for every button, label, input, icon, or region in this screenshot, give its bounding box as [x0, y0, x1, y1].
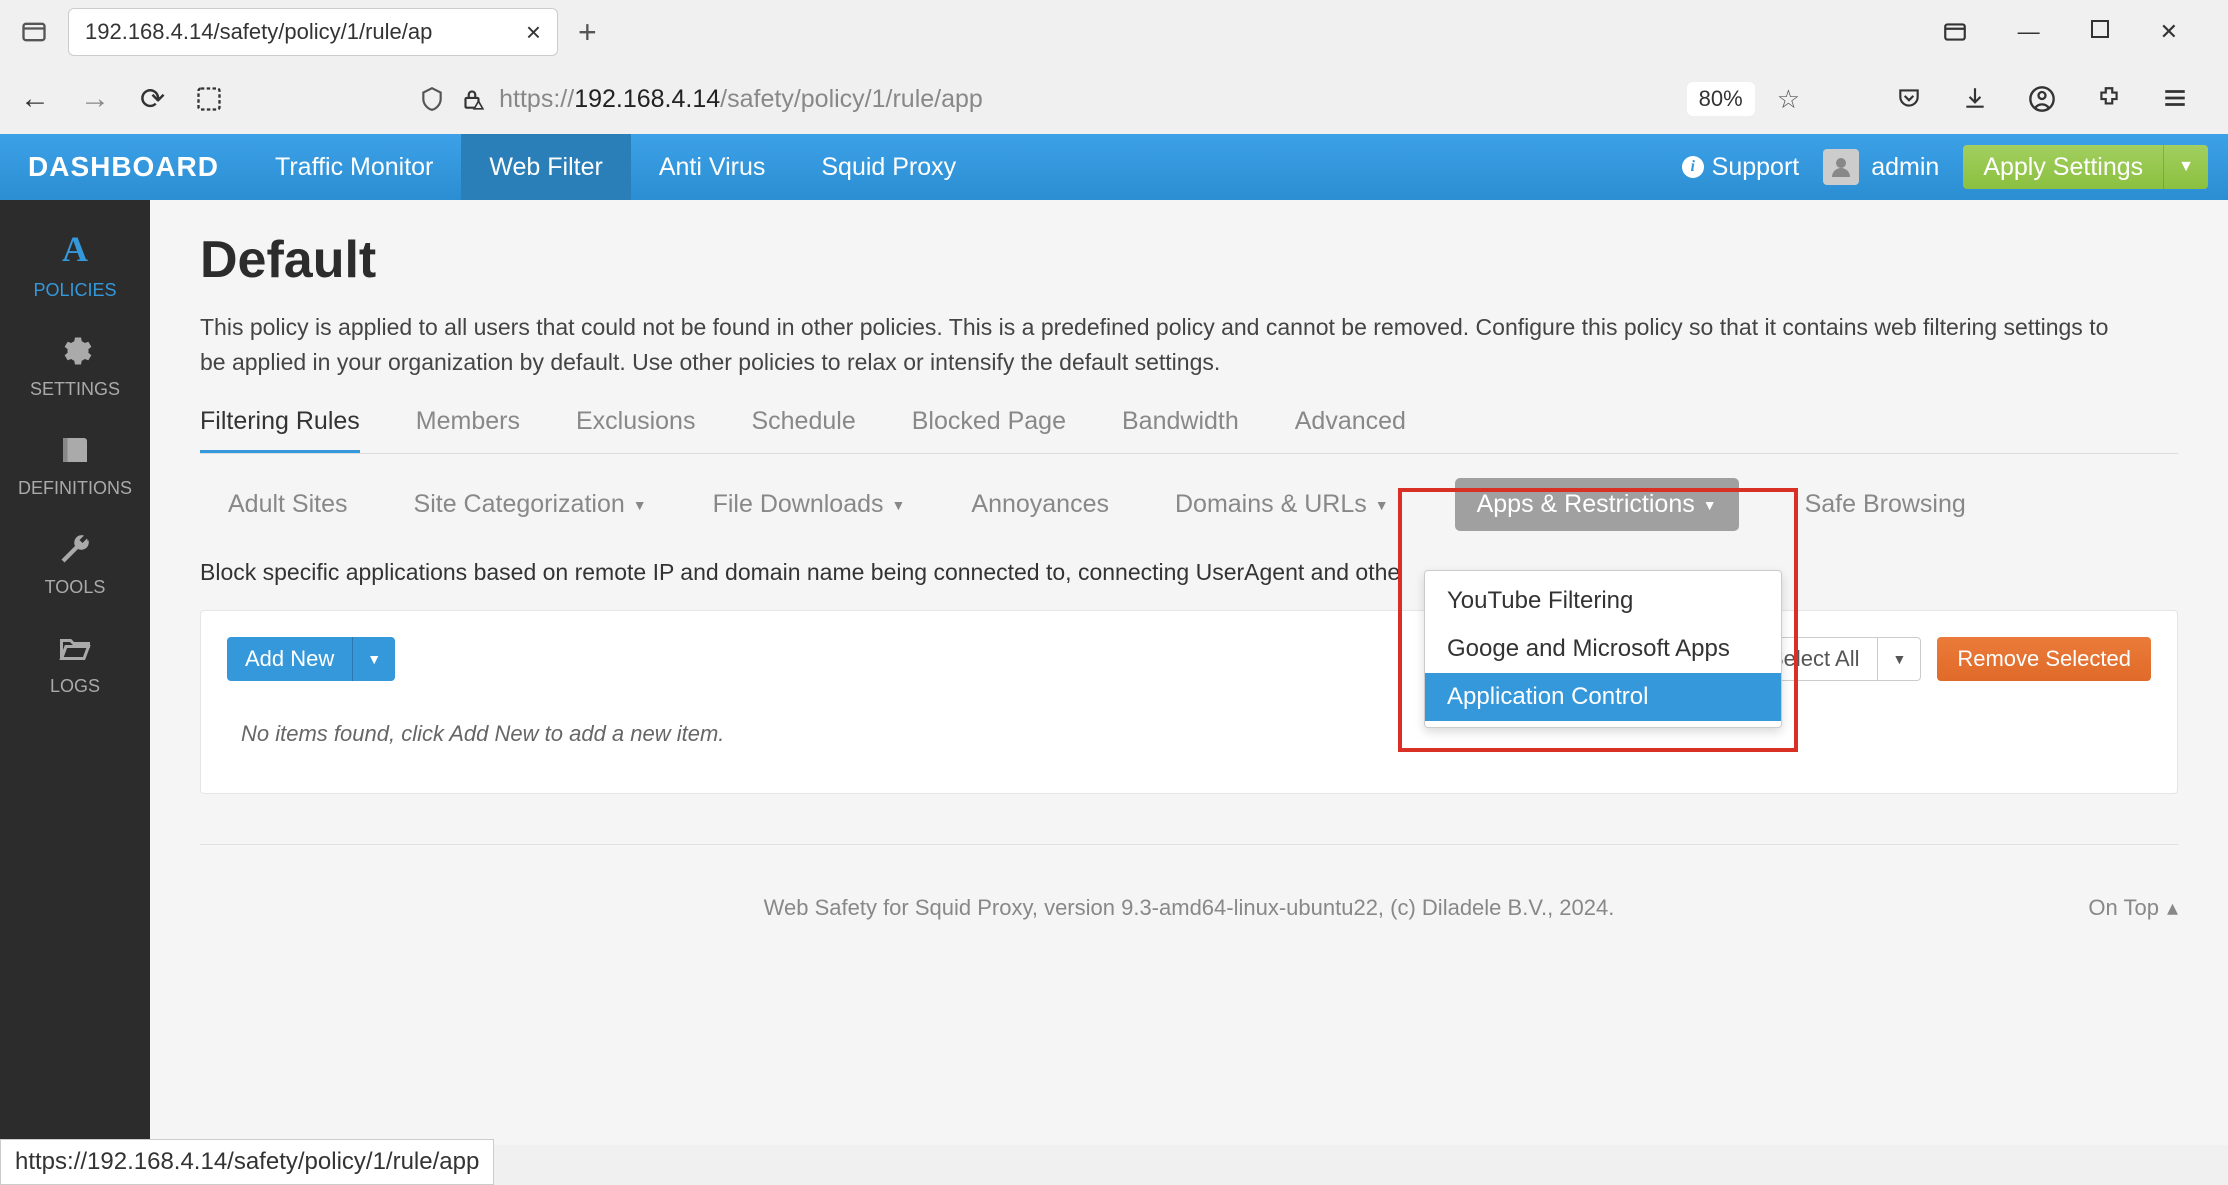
dropdown-option-google-ms[interactable]: Googe and Microsoft Apps [1425, 625, 1781, 673]
address-bar[interactable]: https://192.168.4.14/safety/policy/1/rul… [403, 73, 1816, 125]
page-title: Default [200, 230, 2178, 290]
username: admin [1871, 153, 1939, 182]
sidebar-item-tools[interactable]: TOOLS [0, 513, 150, 612]
add-new-button[interactable]: Add New ▼ [227, 637, 395, 681]
shield-icon[interactable] [419, 86, 445, 112]
caret-down-icon[interactable]: ▼ [353, 651, 395, 667]
url-text: https://192.168.4.14/safety/policy/1/rul… [499, 85, 983, 114]
tab-exclusions[interactable]: Exclusions [576, 407, 696, 453]
tab-blocked-page[interactable]: Blocked Page [912, 407, 1066, 453]
nav-squid-proxy[interactable]: Squid Proxy [793, 134, 984, 200]
address-row: ← → ⟳ https://192.168.4.14/safety/policy… [0, 64, 2228, 134]
brand-logo[interactable]: DASHBOARD [0, 134, 247, 200]
page-description: This policy is applied to all users that… [200, 310, 2120, 379]
nav-traffic-monitor[interactable]: Traffic Monitor [247, 134, 461, 200]
caret-up-icon: ▴ [2167, 895, 2178, 921]
user-chip[interactable]: admin [1823, 149, 1939, 185]
close-tab-icon[interactable]: × [526, 17, 541, 48]
wrench-icon [57, 531, 93, 567]
remove-selected-button[interactable]: Remove Selected [1937, 637, 2151, 681]
apply-settings-button[interactable]: Apply Settings ▼ [1963, 145, 2208, 189]
caret-down-icon: ▼ [1375, 497, 1389, 513]
window-panel-icon[interactable] [1942, 19, 1968, 45]
helper-text: Block specific applications based on rem… [200, 559, 2178, 586]
book-icon [57, 432, 93, 468]
sidebar-item-settings[interactable]: SETTINGS [0, 315, 150, 414]
menu-icon[interactable] [2162, 85, 2188, 113]
toolbar-icons [1896, 85, 2208, 113]
sidebar-toggle-icon[interactable] [20, 18, 48, 46]
avatar-icon [1823, 149, 1859, 185]
subtab-annoyances[interactable]: Annoyances [971, 490, 1109, 519]
on-top-link[interactable]: On Top ▴ [2088, 895, 2178, 921]
top-nav: DASHBOARD Traffic Monitor Web Filter Ant… [0, 134, 2228, 200]
tab-filtering-rules[interactable]: Filtering Rules [200, 407, 360, 453]
subtab-file-downloads[interactable]: File Downloads▼ [713, 490, 906, 519]
empty-state-text: No items found, click Add New to add a n… [227, 681, 2151, 767]
policies-icon: A [62, 228, 88, 270]
back-button[interactable]: ← [20, 82, 50, 116]
sidebar-item-definitions[interactable]: DEFINITIONS [0, 414, 150, 513]
caret-down-icon: ▼ [633, 497, 647, 513]
caret-down-icon[interactable]: ▼ [2164, 158, 2208, 176]
caret-down-icon: ▼ [892, 497, 906, 513]
info-icon: i [1682, 156, 1704, 178]
sidebar-item-policies[interactable]: A POLICIES [0, 210, 150, 315]
subtab-domains-urls[interactable]: Domains & URLs▼ [1175, 490, 1389, 519]
minimize-icon[interactable]: — [2018, 19, 2040, 45]
close-window-icon[interactable]: ✕ [2160, 19, 2178, 45]
reload-button[interactable]: ⟳ [140, 82, 165, 117]
lock-warning-icon[interactable] [459, 86, 485, 112]
caret-down-icon: ▼ [1703, 497, 1717, 513]
caret-down-icon[interactable]: ▼ [1877, 638, 1920, 680]
app-root: DASHBOARD Traffic Monitor Web Filter Ant… [0, 134, 2228, 1145]
browser-tab[interactable]: 192.168.4.14/safety/policy/1/rule/ap × [68, 8, 558, 56]
new-tab-button[interactable]: + [578, 14, 597, 51]
tab-schedule[interactable]: Schedule [751, 407, 855, 453]
folder-open-icon [57, 630, 93, 666]
window-controls: — ✕ [1942, 19, 2208, 45]
support-link[interactable]: i Support [1682, 153, 1800, 182]
nav-web-filter[interactable]: Web Filter [461, 134, 630, 200]
bookmark-star-icon[interactable]: ☆ [1777, 84, 1800, 115]
footer: Web Safety for Squid Proxy, version 9.3-… [200, 844, 2178, 941]
footer-text: Web Safety for Squid Proxy, version 9.3-… [764, 895, 1615, 921]
gear-icon [57, 333, 93, 369]
extensions-icon[interactable] [2096, 85, 2122, 113]
tab-members[interactable]: Members [416, 407, 520, 453]
downloads-icon[interactable] [1962, 85, 1988, 113]
pocket-icon[interactable] [1896, 85, 1922, 113]
screenshot-icon[interactable] [195, 85, 223, 113]
sidebar-item-logs[interactable]: LOGS [0, 612, 150, 711]
zoom-level[interactable]: 80% [1687, 82, 1755, 116]
account-icon[interactable] [2028, 85, 2056, 113]
sidebar: A POLICIES SETTINGS DEFINITIONS TOOLS LO… [0, 200, 150, 1145]
subtab-apps-restrictions[interactable]: Apps & Restrictions▼ [1455, 478, 1739, 531]
rule-subtabs: Adult Sites Site Categorization▼ File Do… [200, 478, 2178, 531]
tab-bandwidth[interactable]: Bandwidth [1122, 407, 1239, 453]
tab-title: 192.168.4.14/safety/policy/1/rule/ap [85, 19, 432, 45]
policy-tabs: Filtering Rules Members Exclusions Sched… [200, 407, 2178, 454]
dropdown-option-app-control[interactable]: Application Control [1425, 673, 1781, 721]
subtab-safe-browsing[interactable]: Safe Browsing [1805, 490, 1966, 519]
maximize-icon[interactable] [2090, 19, 2110, 45]
nav-anti-virus[interactable]: Anti Virus [631, 134, 794, 200]
status-bar: https://192.168.4.14/safety/policy/1/rul… [0, 1139, 494, 1185]
rules-panel: Add New ▼ Select All ▼ Remove Selected N… [200, 610, 2178, 794]
tab-row: 192.168.4.14/safety/policy/1/rule/ap × +… [0, 0, 2228, 64]
subtab-adult-sites[interactable]: Adult Sites [228, 490, 348, 519]
dropdown-option-youtube[interactable]: YouTube Filtering [1425, 577, 1781, 625]
forward-button[interactable]: → [80, 82, 110, 116]
tab-advanced[interactable]: Advanced [1295, 407, 1406, 453]
main-content: Default This policy is applied to all us… [150, 200, 2228, 1145]
subtab-site-categorization[interactable]: Site Categorization▼ [414, 490, 647, 519]
browser-chrome: 192.168.4.14/safety/policy/1/rule/ap × +… [0, 0, 2228, 134]
apps-restrictions-dropdown: YouTube Filtering Googe and Microsoft Ap… [1424, 570, 1782, 728]
